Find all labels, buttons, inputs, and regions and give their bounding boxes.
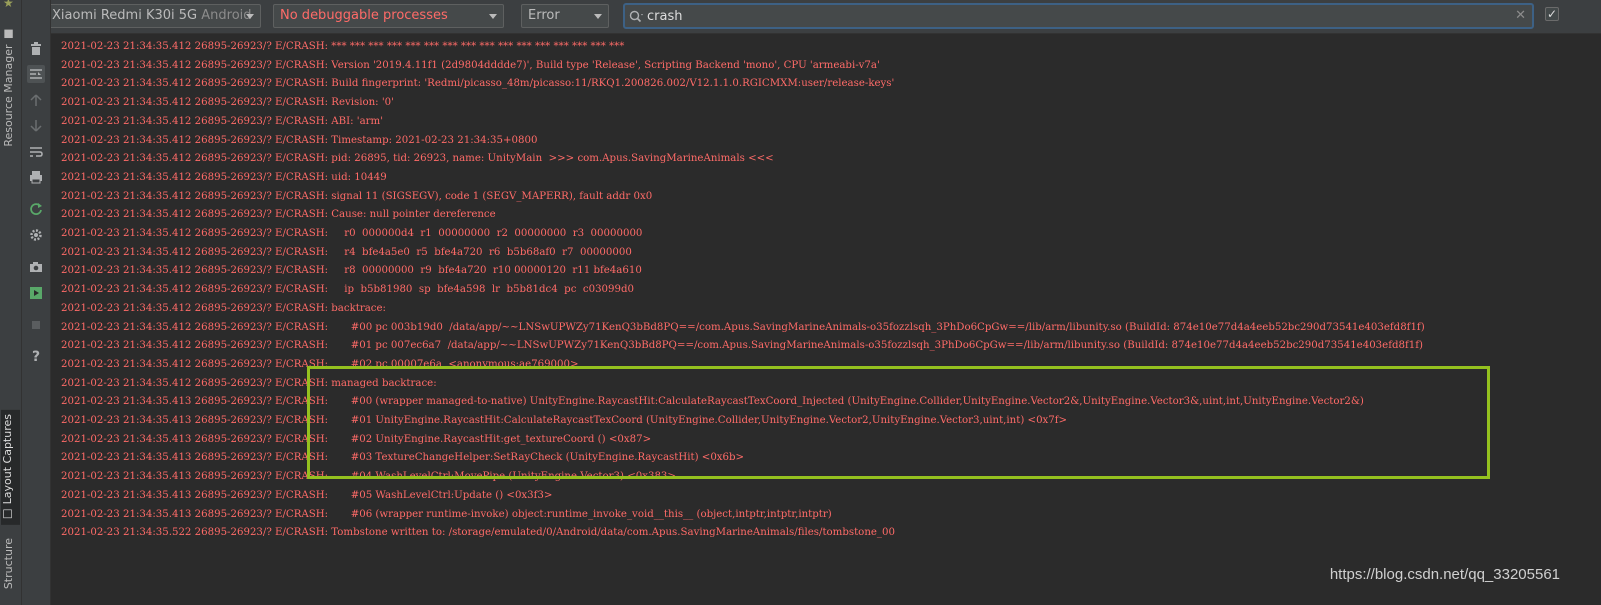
log-level-selector[interactable]: Error [521,4,609,28]
star-icon: ★ [3,0,14,10]
log-line: 2021-02-23 21:34:35.522 26895-26923/? E/… [61,527,895,539]
log-level-label: Error [528,8,560,23]
log-line: 2021-02-23 21:34:35.413 26895-26923/? E/… [61,471,676,483]
log-line: 2021-02-23 21:34:35.412 26895-26923/? E/… [61,97,394,109]
settings-icon[interactable] [27,226,45,244]
layout-captures-label: Layout Captures [1,414,14,505]
log-line: 2021-02-23 21:34:35.412 26895-26923/? E/… [61,284,635,296]
regex-checkbox[interactable]: ✓ [1545,7,1559,21]
logcat-output[interactable]: 2021-02-23 21:34:35.412 26895-26923/? E/… [51,34,1601,605]
watermark: https://blog.csdn.net/qq_33205561 [1329,566,1560,583]
log-line: 2021-02-23 21:34:35.413 26895-26923/? E/… [61,433,652,445]
log-line: 2021-02-23 21:34:35.412 26895-26923/? E/… [61,377,437,389]
process-selector[interactable]: No debuggable processes [273,4,504,28]
stop-icon[interactable] [27,316,45,334]
log-line: 2021-02-23 21:34:35.412 26895-26923/? E/… [61,59,880,71]
log-line: 2021-02-23 21:34:35.412 26895-26923/? E/… [61,340,1423,352]
log-line: 2021-02-23 21:34:35.413 26895-26923/? E/… [61,415,1068,426]
log-line: 2021-02-23 21:34:35.413 26895-26923/? E/… [61,452,745,464]
chevron-down-icon [489,14,497,19]
device-selector[interactable]: Xiaomi Redmi K30i 5G Android [31,4,261,28]
resource-manager-icon: ■ [2,28,15,41]
log-line: 2021-02-23 21:34:35.412 26895-26923/? E/… [61,302,386,314]
layout-captures-icon: □ [1,507,14,521]
soft-wrap-icon[interactable] [27,143,45,161]
print-icon[interactable] [27,168,45,186]
log-line: 2021-02-23 21:34:35.412 26895-26923/? E/… [61,246,632,258]
log-line: 2021-02-23 21:34:35.412 26895-26923/? E/… [61,115,384,127]
search-box: ✕ [623,3,1534,29]
down-arrow-icon[interactable] [27,117,45,135]
tab-resource-manager[interactable]: Resource Manager ■ [2,28,15,147]
log-line: 2021-02-23 21:34:35.412 26895-26923/? E/… [61,153,774,165]
trash-icon[interactable] [27,40,45,58]
clear-icon[interactable]: ✕ [1515,8,1526,23]
up-arrow-icon[interactable] [27,91,45,109]
help-icon[interactable]: ? [27,348,45,366]
structure-label: Structure [2,538,15,590]
scroll-to-end-icon[interactable] [27,65,45,83]
chevron-down-icon [594,14,602,19]
log-line: 2021-02-23 21:34:35.412 26895-26923/? E/… [61,228,643,239]
tab-layout-captures[interactable]: □ Layout Captures [1,410,20,525]
restart-icon[interactable] [27,200,45,218]
chevron-down-icon [246,14,254,19]
log-line: 2021-02-23 21:34:35.413 26895-26923/? E/… [61,489,553,501]
search-input[interactable] [647,6,1507,26]
resource-manager-label: Resource Manager [2,44,15,147]
device-name: Xiaomi Redmi K30i 5G [52,8,198,23]
screen-record-icon[interactable] [27,284,45,302]
search-icon [629,9,645,28]
log-line: 2021-02-23 21:34:35.412 26895-26923/? E/… [61,209,496,221]
log-line: 2021-02-23 21:34:35.412 26895-26923/? E/… [61,41,625,52]
log-line: 2021-02-23 21:34:35.412 26895-26923/? E/… [61,358,579,370]
device-os: Android [201,8,252,23]
logcat-tool-column: ? [22,0,51,605]
side-tool-strip: ★ Resource Manager ■ □ Layout Captures S… [0,0,22,605]
screenshot-icon[interactable] [27,258,45,276]
log-line: 2021-02-23 21:34:35.413 26895-26923/? E/… [61,396,1364,408]
log-line: 2021-02-23 21:34:35.412 26895-26923/? E/… [61,134,538,146]
log-line: 2021-02-23 21:34:35.412 26895-26923/? E/… [61,78,895,90]
tab-structure[interactable]: Structure [2,538,15,589]
log-line: 2021-02-23 21:34:35.412 26895-26923/? E/… [61,190,653,202]
log-line: 2021-02-23 21:34:35.412 26895-26923/? E/… [61,171,387,183]
log-line: 2021-02-23 21:34:35.412 26895-26923/? E/… [61,321,1425,333]
log-line: 2021-02-23 21:34:35.413 26895-26923/? E/… [61,508,832,520]
process-label: No debuggable processes [280,8,448,23]
log-line: 2021-02-23 21:34:35.412 26895-26923/? E/… [61,265,642,277]
